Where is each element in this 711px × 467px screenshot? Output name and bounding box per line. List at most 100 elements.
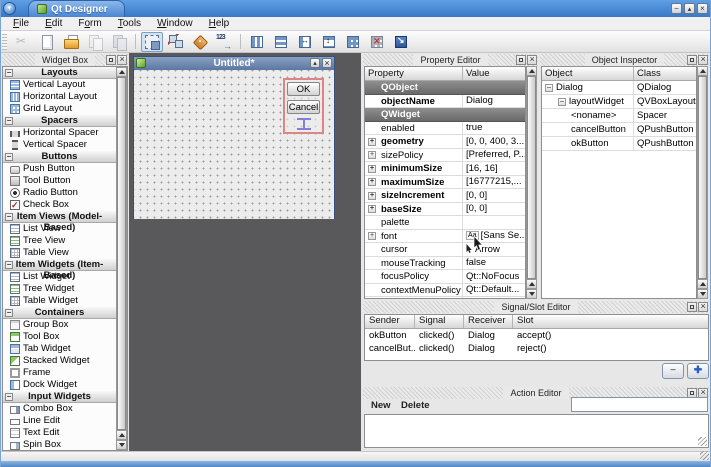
- value-column-header[interactable]: Value: [463, 67, 525, 80]
- connection-row[interactable]: okButtonclicked()Dialogaccept(): [365, 329, 708, 342]
- property-column-header[interactable]: Property: [365, 67, 463, 80]
- object-inspector-scrollbar[interactable]: [697, 66, 708, 299]
- property-value[interactable]: true: [463, 122, 525, 135]
- widget-item[interactable]: Radio Button: [3, 187, 116, 199]
- slot-column-header[interactable]: Slot: [513, 315, 708, 328]
- collapse-icon[interactable]: [5, 309, 13, 317]
- scroll-up-icon[interactable]: [697, 279, 708, 289]
- widget-box-float-button[interactable]: [106, 55, 116, 65]
- resize-grip[interactable]: [698, 437, 707, 446]
- widgetbox-category-buttons[interactable]: Buttons: [3, 151, 116, 163]
- expand-icon[interactable]: +: [368, 232, 376, 240]
- window-close-button[interactable]: [697, 3, 708, 14]
- window-titlebar[interactable]: ▾ Qt Designer: [0, 0, 711, 17]
- class-column-header[interactable]: Class: [634, 67, 696, 80]
- open-form-button[interactable]: [60, 32, 82, 52]
- expand-icon[interactable]: +: [368, 178, 376, 186]
- widget-item[interactable]: Tree View: [3, 235, 116, 247]
- scrollbar-thumb[interactable]: [527, 76, 536, 279]
- property-editor-float-button[interactable]: [516, 55, 526, 65]
- property-value[interactable]: false: [463, 257, 525, 270]
- object-inspector-float-button[interactable]: [687, 55, 697, 65]
- scrollbar-track[interactable]: [116, 77, 127, 430]
- expand-icon[interactable]: +: [368, 192, 376, 200]
- object-row[interactable]: layoutWidgetQVBoxLayout: [542, 95, 696, 109]
- new-form-button[interactable]: [36, 32, 58, 52]
- property-value[interactable]: [463, 216, 525, 229]
- property-editor-scrollbar[interactable]: [526, 66, 537, 299]
- widget-item[interactable]: Horizontal Spacer: [3, 127, 116, 139]
- form-shade-button[interactable]: [310, 58, 320, 68]
- window-resize-grip[interactable]: [700, 451, 709, 460]
- scroll-up-icon[interactable]: [116, 67, 127, 77]
- form-window[interactable]: Untitled* OK Cancel: [133, 56, 335, 219]
- vertical-spacer-widget[interactable]: [297, 118, 311, 130]
- property-value[interactable]: [0, 0]: [463, 189, 525, 202]
- widgetbox-category-spacers[interactable]: Spacers: [3, 115, 116, 127]
- collapse-icon[interactable]: [5, 117, 13, 125]
- property-value[interactable]: false: [463, 297, 525, 299]
- action-list[interactable]: [364, 414, 709, 448]
- collapse-icon[interactable]: [5, 153, 13, 161]
- scroll-down-icon[interactable]: [526, 289, 537, 299]
- property-value[interactable]: [0, 0]: [463, 203, 525, 216]
- expand-icon[interactable]: +: [368, 165, 376, 173]
- ok-button[interactable]: OK: [287, 82, 320, 96]
- property-value[interactable]: [16, 16]: [463, 162, 525, 175]
- widget-item[interactable]: Frame: [3, 367, 116, 379]
- widget-item[interactable]: Horizontal Layout: [3, 91, 116, 103]
- object-row[interactable]: DialogQDialog: [542, 81, 696, 95]
- collapse-icon[interactable]: [5, 261, 13, 269]
- object-row[interactable]: <noname>Spacer: [542, 109, 696, 123]
- scrollbar-track[interactable]: [526, 76, 537, 279]
- object-column-header[interactable]: Object: [542, 67, 634, 80]
- widget-item[interactable]: Grid Layout: [3, 103, 116, 115]
- property-value[interactable]: Qt::Default...: [463, 284, 525, 297]
- edit-signals-slots-button[interactable]: [165, 32, 187, 52]
- edit-buddies-button[interactable]: [189, 32, 211, 52]
- sender-column-header[interactable]: Sender: [365, 315, 415, 328]
- scroll-up-icon[interactable]: [526, 66, 537, 76]
- widget-box-scrollbar[interactable]: [116, 67, 127, 450]
- new-action-button[interactable]: New: [371, 399, 391, 412]
- layout-vertically-button[interactable]: [270, 32, 292, 52]
- property-editor-close-button[interactable]: [527, 55, 537, 65]
- layout-vertical-splitter-button[interactable]: [318, 32, 340, 52]
- scroll-up-icon[interactable]: [697, 66, 708, 76]
- menu-form[interactable]: Form: [70, 17, 109, 31]
- collapse-icon[interactable]: [5, 69, 13, 77]
- toolbar-handle[interactable]: [2, 34, 7, 50]
- widget-item[interactable]: Vertical Spacer: [3, 139, 116, 151]
- collapse-icon[interactable]: [545, 84, 553, 92]
- collapse-icon[interactable]: [558, 98, 566, 106]
- expand-icon[interactable]: +: [368, 138, 376, 146]
- widget-item[interactable]: Stacked Widget: [3, 355, 116, 367]
- widget-item[interactable]: Tool Box: [3, 331, 116, 343]
- widget-item[interactable]: Text Edit: [3, 427, 116, 439]
- paste-button[interactable]: [108, 32, 130, 52]
- property-value[interactable]: [Preferred, P...: [463, 149, 525, 162]
- widgetbox-category-layouts[interactable]: Layouts: [3, 67, 116, 79]
- window-minimize-button[interactable]: [671, 3, 682, 14]
- menu-window[interactable]: Window: [149, 17, 201, 31]
- property-value[interactable]: Dialog: [463, 95, 525, 108]
- scrollbar-thumb[interactable]: [698, 76, 707, 279]
- scroll-up-icon[interactable]: [526, 279, 537, 289]
- delete-action-button[interactable]: Delete: [401, 399, 430, 412]
- add-connection-button[interactable]: ✚: [687, 363, 709, 379]
- remove-connection-button[interactable]: −: [662, 363, 684, 379]
- widget-item[interactable]: Tree Widget: [3, 283, 116, 295]
- collapse-icon[interactable]: [5, 213, 13, 221]
- widgetbox-category-input-widgets[interactable]: Input Widgets: [3, 391, 116, 403]
- menu-help[interactable]: Help: [201, 17, 238, 31]
- scroll-down-icon[interactable]: [116, 440, 127, 450]
- property-value[interactable]: [0, 0, 400, 3...: [463, 135, 525, 148]
- signal-slot-float-button[interactable]: [687, 302, 697, 312]
- object-row[interactable]: okButtonQPushButton: [542, 137, 696, 151]
- property-value[interactable]: [16777215,...: [463, 176, 525, 189]
- layout-in-grid-button[interactable]: [342, 32, 364, 52]
- signal-column-header[interactable]: Signal: [415, 315, 464, 328]
- selected-layout-widget[interactable]: OK Cancel: [283, 78, 324, 134]
- copy-button[interactable]: [84, 32, 106, 52]
- widget-item[interactable]: Combo Box: [3, 403, 116, 415]
